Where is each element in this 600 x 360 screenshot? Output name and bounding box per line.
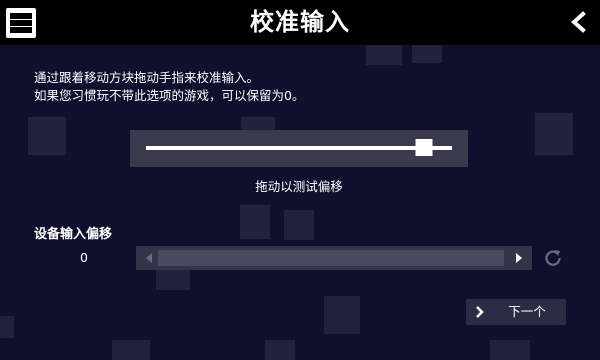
offset-decrease-button[interactable] (138, 246, 160, 270)
page-title: 校准输入 (250, 8, 350, 36)
offset-slider[interactable] (136, 246, 532, 270)
description-line-2: 如果您习惯玩不带此选项的游戏，可以保留为0。 (34, 88, 305, 103)
bg-square (265, 340, 295, 360)
calibration-panel[interactable] (130, 130, 468, 167)
bg-square (0, 316, 14, 338)
next-label: 下一个 (508, 304, 546, 319)
offset-increase-button[interactable] (508, 246, 530, 270)
bg-square (240, 205, 270, 239)
chevron-right-icon (476, 306, 484, 318)
bg-square (284, 210, 314, 240)
offset-track[interactable] (158, 250, 504, 266)
bg-square (324, 296, 360, 334)
next-button[interactable]: 下一个 (466, 299, 566, 325)
arrow-left-icon (146, 253, 152, 263)
bg-square (490, 340, 530, 360)
arrow-right-icon (516, 253, 522, 263)
offset-label: 设备输入偏移 (34, 227, 113, 242)
reset-button[interactable] (542, 247, 564, 269)
calibration-thumb[interactable] (415, 139, 433, 156)
bg-square (28, 117, 66, 155)
reset-icon (545, 250, 561, 266)
bg-square (366, 45, 402, 65)
offset-value: 0 (80, 250, 88, 265)
chevron-left-icon (570, 11, 586, 33)
bg-square (112, 340, 150, 360)
back-button[interactable] (568, 10, 588, 34)
bg-square (412, 45, 442, 63)
calibration-track[interactable] (146, 146, 452, 150)
calibration-caption: 拖动以测试偏移 (255, 179, 343, 194)
description: 通过跟着移动方块拖动手指来校准输入。 如果您习惯玩不带此选项的游戏，可以保留为0… (34, 69, 304, 105)
header-bar: 校准输入 (0, 0, 600, 45)
bg-square (535, 113, 573, 155)
description-line-1: 通过跟着移动方块拖动手指来校准输入。 (34, 70, 260, 85)
